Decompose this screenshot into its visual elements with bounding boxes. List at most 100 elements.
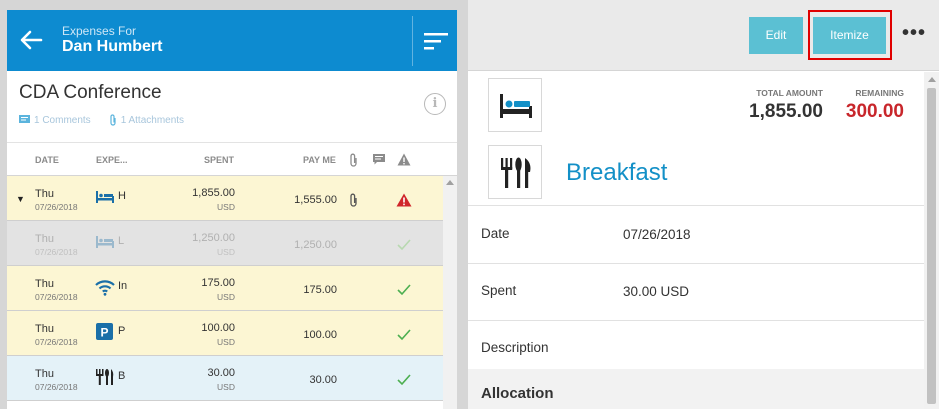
comment-icon: [19, 115, 30, 123]
warning-icon: [396, 193, 412, 207]
remaining-label: REMAINING: [855, 88, 904, 98]
hotel-bed-icon: [96, 191, 114, 203]
row-payme: 175.00: [303, 284, 337, 296]
row-day: Thu: [35, 368, 54, 380]
row-currency: USD: [217, 337, 235, 347]
fork-knife-icon: [501, 157, 531, 188]
list-scrollbar[interactable]: [443, 176, 457, 409]
table-row[interactable]: Thu 07/26/2018 B 30.00 USD 30.00: [7, 356, 457, 401]
divider: [468, 320, 924, 321]
expand-caret-icon[interactable]: ▼: [16, 194, 25, 204]
paperclip-icon: [110, 114, 116, 126]
comments-count[interactable]: 1 Comments: [34, 115, 91, 126]
field-label-description: Description: [481, 340, 549, 355]
more-options-icon[interactable]: •••: [902, 22, 926, 45]
row-name: In: [118, 280, 128, 292]
row-name: P: [118, 325, 126, 337]
col-date[interactable]: DATE: [35, 155, 59, 165]
report-meta: 1 Comments 1 Attachments: [19, 114, 184, 126]
scroll-up-icon[interactable]: [928, 77, 936, 82]
scrollbar-thumb[interactable]: [927, 88, 936, 404]
report-title: CDA Conference: [19, 82, 162, 103]
hotel-bed-icon: [500, 94, 532, 118]
allocation-heading: Allocation: [481, 385, 554, 402]
category-tile[interactable]: [488, 145, 542, 199]
row-spent: 1,855.00: [192, 187, 235, 199]
row-payme: 1,250.00: [294, 239, 337, 251]
info-icon[interactable]: i: [424, 93, 446, 115]
header-title: Dan Humbert: [62, 38, 163, 55]
expense-detail-panel: Edit Itemize ••• TOTAL AMOUNT 1,855.00 R…: [468, 0, 939, 409]
row-spent: 1,250.00: [192, 232, 235, 244]
edit-button[interactable]: Edit: [749, 17, 803, 54]
check-icon: [397, 374, 411, 386]
total-amount-label: TOTAL AMOUNT: [756, 88, 823, 98]
table-row[interactable]: Thu 07/26/2018 L 1,250.00 USD 1,250.00: [7, 221, 457, 266]
row-day: Thu: [35, 233, 54, 245]
fork-knife-icon: [96, 369, 114, 385]
detail-scrollbar[interactable]: [924, 72, 939, 409]
report-summary: CDA Conference 1 Comments 1 Attachments …: [7, 71, 457, 143]
col-expense[interactable]: EXPE...: [96, 155, 128, 165]
row-name: L: [118, 235, 125, 247]
row-spent: 30.00: [207, 367, 235, 379]
detail-toolbar: Edit Itemize •••: [468, 0, 939, 71]
field-label-date: Date: [481, 226, 510, 241]
total-amount-value: 1,855.00: [749, 101, 823, 122]
divider: [468, 205, 924, 206]
header-subtitle: Expenses For: [62, 24, 137, 38]
table-row[interactable]: Thu 07/26/2018 In 175.00 USD 175.00: [7, 266, 457, 311]
list-header: Expenses For Dan Humbert: [7, 10, 457, 71]
row-date: 07/26/2018: [35, 292, 78, 302]
allocation-section: Allocation: [468, 369, 924, 409]
highlight-box: [808, 10, 892, 60]
row-spent: 175.00: [201, 277, 235, 289]
row-name: H: [118, 190, 126, 202]
wifi-icon: [95, 280, 115, 296]
attachment-icon: [350, 193, 357, 207]
field-value-spent[interactable]: 30.00 USD: [623, 284, 689, 299]
expense-list-panel: Expenses For Dan Humbert CDA Conference …: [7, 10, 457, 409]
field-label-spent: Spent: [481, 283, 517, 298]
check-icon: [397, 329, 411, 341]
scroll-up-icon[interactable]: [446, 180, 454, 185]
row-payme: 1,555.00: [294, 194, 337, 206]
remaining-value: 300.00: [845, 101, 904, 122]
row-day: Thu: [35, 188, 54, 200]
row-currency: USD: [217, 202, 235, 212]
divider: [468, 263, 924, 264]
row-date: 07/26/2018: [35, 202, 78, 212]
alert-icon: [397, 153, 411, 166]
table-header: DATE EXPE... SPENT PAY ME: [7, 143, 457, 176]
col-spent[interactable]: SPENT: [204, 155, 234, 165]
comment-icon: [373, 154, 385, 165]
field-value-date[interactable]: 07/26/2018: [623, 227, 691, 242]
hotel-bed-icon: [96, 236, 114, 248]
row-day: Thu: [35, 278, 54, 290]
expense-type-tile: [488, 78, 542, 132]
row-date: 07/26/2018: [35, 382, 78, 392]
check-icon: [397, 284, 411, 296]
row-payme: 30.00: [309, 374, 337, 386]
category-name[interactable]: Breakfast: [566, 159, 667, 187]
row-currency: USD: [217, 292, 235, 302]
header-divider: [412, 16, 413, 66]
row-name: B: [118, 370, 126, 382]
row-date: 07/26/2018: [35, 247, 78, 257]
row-payme: 100.00: [303, 329, 337, 341]
back-arrow-icon[interactable]: [17, 26, 45, 54]
row-spent: 100.00: [201, 322, 235, 334]
attachments-count[interactable]: 1 Attachments: [121, 115, 184, 126]
paperclip-icon: [350, 153, 357, 167]
table-row[interactable]: ▼ Thu 07/26/2018 H 1,855.00 USD 1,555.00: [7, 176, 457, 221]
row-date: 07/26/2018: [35, 337, 78, 347]
row-currency: USD: [217, 382, 235, 392]
svg-text:P: P: [100, 326, 108, 340]
table-row[interactable]: Thu 07/26/2018 P P 100.00 USD 100.00: [7, 311, 457, 356]
parking-icon: P: [96, 323, 113, 340]
sort-filter-icon[interactable]: [423, 30, 449, 52]
col-payme[interactable]: PAY ME: [303, 155, 336, 165]
row-day: Thu: [35, 323, 54, 335]
row-currency: USD: [217, 247, 235, 257]
check-icon: [397, 239, 411, 251]
